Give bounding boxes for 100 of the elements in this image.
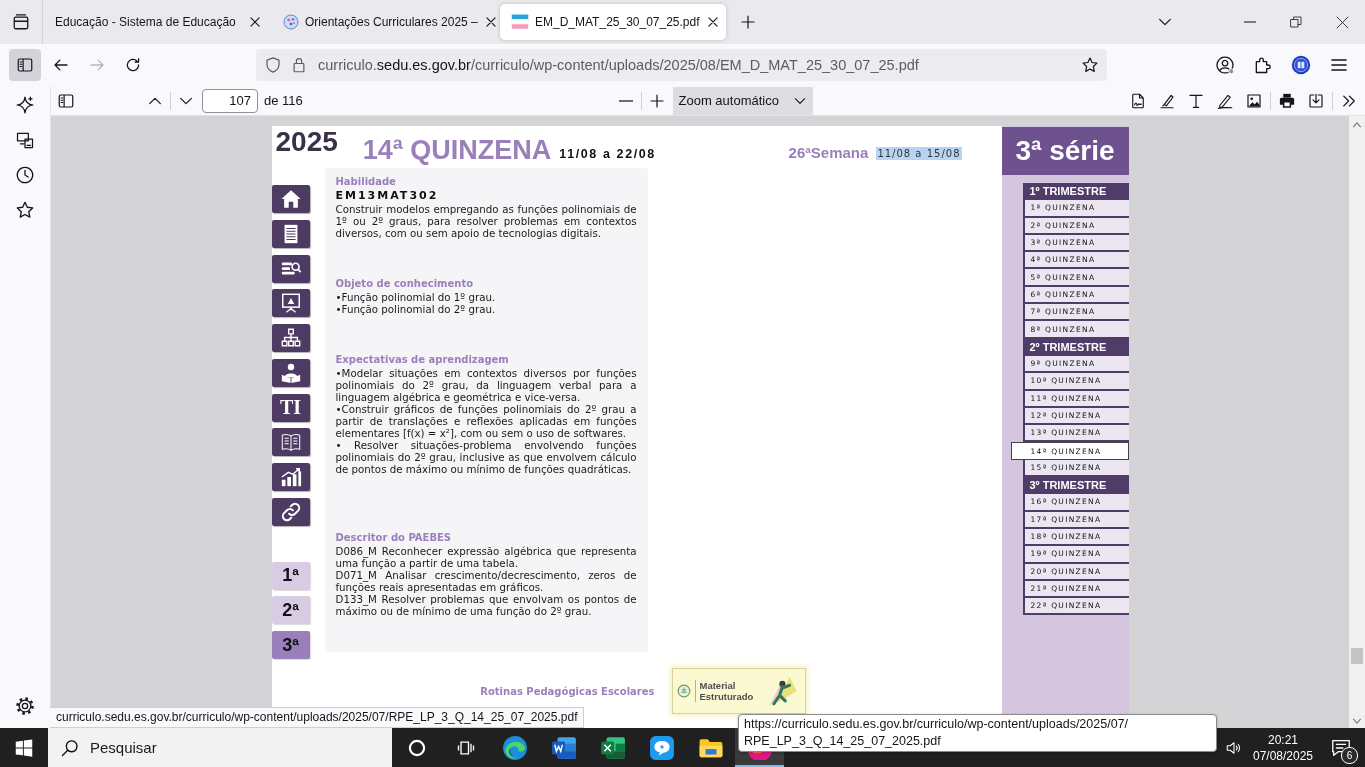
page-count: de 116 — [264, 93, 303, 108]
body-text: •Função polinomial do 2º grau. — [335, 303, 497, 315]
scrollbar[interactable] — [1349, 116, 1365, 728]
tooltip-line: RPE_LP_3_Q_14_25_07_2025.pdf — [744, 733, 941, 750]
easel-board-icon — [279, 292, 302, 315]
body-text: •Construir gráficos de funções polinomiais do 2º grau a partir de translações e reflexões aplicadas em funções elementares [f(x) = x²], com ou sem o uso de softwares. — [335, 403, 637, 439]
open-book-icon — [279, 431, 302, 454]
reload-icon — [124, 56, 142, 74]
routines-label: Rotinas Pedagógicas Escolares — [480, 685, 655, 697]
spreadsheet-app-icon[interactable] — [599, 734, 626, 761]
hierarchy-icon — [279, 327, 302, 349]
minus-icon — [618, 99, 633, 102]
tooltip-line: https://curriculo.sedu.es.gov.br/curriculo/wp-content/uploads/2025/07/ — [744, 716, 1128, 733]
hierarchy-button[interactable] — [271, 324, 310, 352]
clock-date: 07/08/2025 — [1252, 747, 1314, 764]
chat-bubble-icon[interactable] — [648, 734, 675, 761]
plus-icon — [740, 14, 756, 30]
grade-button[interactable]: 3ª — [271, 631, 310, 659]
skill-code: EM13MAT302 — [335, 189, 440, 203]
thumbnail-title: Material Estruturado — [694, 680, 760, 702]
scroll-up-icon[interactable] — [1352, 120, 1362, 130]
term-heading: 3º TRIMESTRE — [1022, 477, 1129, 495]
body-text: D133_M Resolver problemas que envolvam os pontos de máximo ou de mínimo de uma função do 2º grau. — [335, 593, 637, 617]
plus-icon — [648, 92, 665, 109]
ti-button[interactable]: TI — [271, 393, 310, 422]
scroll-down-icon[interactable] — [1352, 716, 1362, 726]
notebook-button[interactable] — [271, 219, 310, 248]
profile-avatar-icon[interactable] — [1291, 55, 1311, 75]
close-icon[interactable] — [1335, 15, 1349, 29]
account-icon[interactable] — [1215, 55, 1235, 75]
stripes-icon — [511, 13, 529, 31]
grade-title: 3ª série — [1001, 127, 1129, 175]
term-heading: 1º TRIMESTRE — [1022, 183, 1129, 201]
body-text: •Modelar situações em contextos diversos por funções polinomiais do 2º grau, da linguagem verbal para a linguagem algébrica e geométrica e vice-versa. — [335, 367, 637, 403]
clock[interactable]: 20:21 07/08/2025 — [1249, 731, 1317, 764]
browser-tab[interactable]: Orientações Curriculares 2025 – — [272, 4, 498, 40]
sidebar-button[interactable] — [9, 49, 41, 81]
page-number-field[interactable]: 107 — [202, 88, 258, 113]
close-icon[interactable] — [705, 15, 720, 29]
reader-icon — [279, 361, 302, 384]
emblem-icon — [676, 684, 691, 698]
scrollbar-thumb[interactable] — [1351, 648, 1363, 664]
home-button[interactable] — [271, 185, 310, 213]
page-title: 14ª QUINZENA — [362, 135, 552, 165]
section-heading: Objeto de conhecimento — [335, 277, 475, 291]
bar-chart-icon — [279, 466, 302, 488]
section-heading: Descritor do PAEBES — [335, 531, 453, 545]
document-thumbnail[interactable]: Material Estruturado — [671, 668, 806, 714]
restore-icon — [1290, 16, 1302, 28]
image-icon[interactable] — [1245, 91, 1263, 110]
puzzle-icon[interactable] — [1253, 55, 1273, 75]
notifications-button[interactable]: 6 — [1317, 728, 1365, 767]
circle-icon[interactable] — [406, 737, 427, 758]
zoom-dropdown[interactable]: Zoom automático — [672, 86, 813, 115]
link-icon — [279, 500, 302, 523]
grade-button[interactable]: 1ª — [271, 561, 310, 590]
shield-icon — [264, 56, 282, 74]
date-range: 11/08 a 22/08 — [559, 147, 656, 161]
lock-icon — [290, 56, 308, 74]
minimize-icon — [1244, 21, 1256, 23]
star-icon[interactable] — [15, 200, 35, 220]
sparkle-icon[interactable] — [15, 95, 35, 115]
search-field[interactable]: Pesquisar — [48, 728, 392, 767]
section-heading: Habilidade — [335, 175, 397, 189]
search-list-button[interactable] — [271, 254, 310, 283]
browser-tab[interactable]: Educação - Sistema de Educação — [44, 4, 270, 40]
body-text: Construir modelos empregando as funções polinomiais de 1º ou 2º graus, para resolver problemas em contextos diversos, com ou sem apoio de tecnologias digitais. — [335, 203, 637, 239]
edge-browser-icon[interactable] — [501, 734, 528, 761]
star-icon[interactable] — [1081, 56, 1099, 74]
status-bar-url: curriculo.sedu.es.gov.br/curriculo/wp-content/uploads/2025/07/RPE_LP_3_Q_14_25_07_2025.pdf — [50, 707, 585, 728]
notification-count: 6 — [1341, 747, 1358, 764]
sidebar-icon — [57, 91, 75, 110]
body-text: • Resolver situações-problema envolvendo funções polinomiais do 2º grau, inclusive as que envolvem cálculo de pontos de máximo ou mínimo de funções quadráticas. — [335, 439, 637, 475]
chart-button[interactable] — [271, 463, 310, 491]
devices-icon[interactable] — [15, 130, 35, 150]
body-text: D071_M Analisar crescimento/decrescimento, zeros de funções reais apresentadas em gráficos. — [335, 569, 637, 593]
year-label: 2025 — [275, 127, 338, 157]
grade-button[interactable]: 2ª — [271, 596, 310, 625]
clock-time: 20:21 — [1268, 731, 1298, 748]
link-button[interactable] — [271, 497, 310, 526]
house-icon — [279, 188, 302, 210]
close-icon[interactable] — [483, 15, 498, 29]
save-icon[interactable] — [1307, 91, 1325, 110]
windows-logo-icon — [15, 738, 33, 757]
search-icon — [60, 738, 80, 758]
close-icon[interactable] — [248, 15, 262, 29]
section-heading: Expectativas de aprendizagem — [335, 353, 510, 367]
sidebar-icon — [16, 56, 34, 74]
book-button[interactable] — [271, 428, 310, 457]
board-button[interactable] — [271, 289, 310, 318]
browser-tab[interactable]: EM_D_MAT_25_30_07_25.pdf — [500, 4, 726, 40]
document-app-icon[interactable] — [550, 734, 577, 761]
signature-icon[interactable] — [1129, 91, 1147, 110]
clock-icon[interactable] — [15, 165, 35, 185]
body-text: D086_M Reconhecer expressão algébrica que representa uma função a partir de uma tabela. — [335, 545, 637, 569]
settings-icon[interactable] — [15, 696, 35, 716]
week-label: 26ªSemana — [788, 144, 869, 161]
print-icon[interactable] — [1278, 91, 1296, 110]
address-field[interactable]: curriculo.sedu.es.gov.br/curriculo/wp-content/uploads/2025/08/EM_D_MAT_25_30_07_25.pdf — [256, 49, 1107, 81]
reader-button[interactable] — [271, 358, 310, 387]
